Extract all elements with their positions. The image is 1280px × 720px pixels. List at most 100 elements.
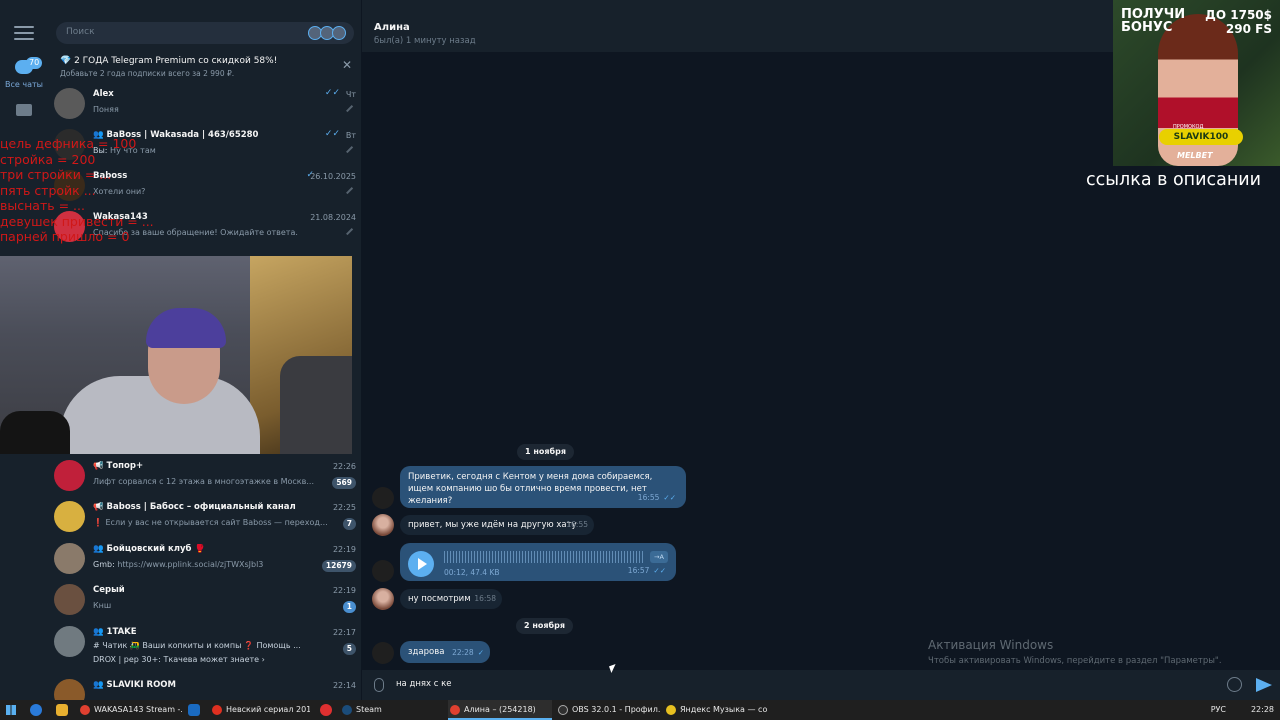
pin-icon xyxy=(346,105,356,115)
folder-icon[interactable] xyxy=(16,104,32,116)
promo-title: 💎 2 ГОДА Telegram Premium со скидкой 58%… xyxy=(60,56,278,66)
taskbar-app[interactable]: Steam xyxy=(340,700,440,720)
sender-label: # Чатик xyxy=(93,641,128,650)
avatar xyxy=(372,642,394,664)
chat-time: 21.08.2024 xyxy=(310,213,356,222)
list-item[interactable]: 👥 Бойцовский клуб 🥊 22:19 Gmb: https://w… xyxy=(48,539,361,580)
list-item[interactable]: Alex ✓✓ Чт Поняя xyxy=(48,84,361,125)
unread-badge: 12679 xyxy=(321,560,356,572)
chat-name: Alex xyxy=(93,89,114,99)
chat-preview: Поняя xyxy=(93,105,119,114)
taskbar-app-label: OBS 32.0.1 - Профил... xyxy=(572,705,660,714)
yandex-browser-icon[interactable] xyxy=(320,704,332,716)
message-input[interactable]: на днях с ке xyxy=(396,679,452,689)
message-text: ну посмотрим xyxy=(408,594,471,604)
sender-label: Gmb: xyxy=(93,560,115,569)
avatar xyxy=(54,584,85,615)
file-explorer-icon[interactable] xyxy=(56,704,68,716)
chat-preview: ❗ Если у вас не открывается сайт Baboss … xyxy=(93,518,328,527)
avatar xyxy=(54,543,85,574)
overlay-line: пять стройк ... xyxy=(0,182,96,198)
date-separator: 1 ноября xyxy=(517,444,574,460)
attach-icon[interactable] xyxy=(374,678,384,692)
ad-brand-logo: MELBET xyxy=(1177,151,1213,160)
telegram-window: 70 Все чаты Поиск 💎 2 ГОДА Telegram Prem… xyxy=(0,0,1280,700)
unread-badge: 1 xyxy=(342,601,356,613)
story-avatar[interactable] xyxy=(332,26,346,40)
edge-icon[interactable] xyxy=(30,704,42,716)
message-bubble[interactable]: здарова 22:28 ✓ xyxy=(400,641,490,663)
search-input[interactable]: Поиск xyxy=(56,22,354,44)
avatar xyxy=(54,460,85,491)
windows-start-icon[interactable] xyxy=(6,705,16,715)
taskbar-app-label: Steam xyxy=(356,705,382,714)
contact-status: был(а) 1 минуту назад xyxy=(374,36,476,46)
taskbar-app[interactable]: Яндекс Музыка — со... xyxy=(664,700,768,720)
taskbar-clock[interactable]: 22:28 xyxy=(1251,700,1274,720)
chat-preview: # Чатик 🛺 Ваши копкиты и компы ❓ Помощь … xyxy=(93,641,301,650)
yandex-icon xyxy=(212,705,222,715)
chat-time: 22:19 xyxy=(332,545,356,554)
taskbar-app[interactable]: WAKASA143 Stream -... xyxy=(78,700,182,720)
read-ticks-icon: ✓✓ xyxy=(324,88,340,98)
list-item[interactable]: 📢 Baboss | Бабосс – официальный канал 22… xyxy=(48,497,361,538)
date-separator: 2 ноября xyxy=(516,618,573,634)
webcam-person-cap xyxy=(146,308,226,348)
avatar xyxy=(372,560,394,582)
emoji-icon[interactable] xyxy=(1227,677,1242,692)
message-bubble[interactable]: ну посмотрим 16:58 xyxy=(400,589,502,609)
chat-preview: Кнш xyxy=(93,601,112,610)
voice-message[interactable]: →A 00:12, 47.4 KB 16:57 ✓✓ xyxy=(400,543,676,581)
windows-activation-watermark: Активация Windows Чтобы активировать Win… xyxy=(928,638,1222,666)
avatar xyxy=(372,487,394,509)
message-time-text: 16:57 xyxy=(627,566,650,575)
chat-time: 22:14 xyxy=(332,681,356,690)
chat-name: 👥 SLAVIKI ROOM xyxy=(93,680,176,690)
list-item[interactable]: 📢 Топор+ 22:26 Лифт сорвался с 12 этажа … xyxy=(48,456,361,497)
system-tray[interactable]: РУС xyxy=(1211,700,1226,720)
unread-badge: 7 xyxy=(342,518,356,530)
ad-caption: ссылка в описании xyxy=(1086,170,1262,190)
waveform[interactable] xyxy=(444,551,644,563)
chat-preview: Gmb: https://www.pplink.social/zjTWXsJbl… xyxy=(93,560,263,569)
stories-avatars[interactable] xyxy=(308,26,348,40)
message-time: 22:28 ✓ xyxy=(452,647,484,659)
transcribe-button[interactable]: →A xyxy=(650,551,668,563)
taskbar-app[interactable]: Невский сериал 201... xyxy=(210,700,310,720)
list-item[interactable]: 👥 1TAKE 22:17 # Чатик 🛺 Ваши копкиты и к… xyxy=(48,622,361,674)
webcam-chair xyxy=(280,356,352,454)
overlay-line: девушек привести = ... xyxy=(0,213,154,229)
message-bubble[interactable]: привет, мы уже идём на другую хату 16:55 xyxy=(400,515,594,535)
close-icon[interactable]: ✕ xyxy=(342,58,352,72)
chrome-icon xyxy=(450,705,460,715)
premium-promo-banner[interactable]: 💎 2 ГОДА Telegram Premium со скидкой 58%… xyxy=(48,52,361,82)
taskbar-app[interactable]: OBS 32.0.1 - Профил... xyxy=(556,700,660,720)
overlay-line: парней пришло = 0 xyxy=(0,229,130,244)
voice-meta: 00:12, 47.4 KB xyxy=(444,568,500,577)
preview-text: https://www.pplink.social/zjTWXsJbl3 xyxy=(117,560,264,569)
unread-badge: 70 xyxy=(26,57,43,69)
list-item[interactable]: Серый 22:19 Кнш 1 xyxy=(48,580,361,621)
list-item[interactable]: 👥 SLAVIKI ROOM 22:14 xyxy=(48,675,361,700)
taskbar-app-label: Невский сериал 201... xyxy=(226,705,310,714)
tray-language[interactable]: РУС xyxy=(1211,705,1226,714)
play-button[interactable] xyxy=(408,551,434,577)
chat-time: 22:17 xyxy=(332,628,356,637)
message-text: привет, мы уже идём на другую хату xyxy=(408,520,577,530)
watermark-body: Чтобы активировать Windows, перейдите в … xyxy=(928,656,1222,666)
chat-name: Серый xyxy=(93,585,125,595)
outlook-icon[interactable] xyxy=(188,704,200,716)
ad-banner[interactable]: ПОЛУЧИ БОНУС ДО 1750$ 290 FS ПРОМОКОД SLA… xyxy=(1113,0,1280,166)
yandex-music-icon xyxy=(666,705,676,715)
send-icon[interactable] xyxy=(1256,678,1272,692)
windows-taskbar: WAKASA143 Stream -... Невский сериал 201… xyxy=(0,700,1280,720)
menu-icon[interactable] xyxy=(14,26,34,40)
chat-preview: Лифт сорвался с 12 этажа в многоэтажке в… xyxy=(93,477,314,486)
folder-all-chats[interactable]: 70 Все чаты xyxy=(0,56,48,92)
message-bubble[interactable]: Приветик, сегодня с Кентом у меня дома с… xyxy=(400,466,686,508)
chat-name: 👥 Бойцовский клуб 🥊 xyxy=(93,544,206,554)
preview-text: 🛺 Ваши копкиты и компы ❓ Помощь ... xyxy=(129,641,301,650)
taskbar-app[interactable]: Алина – (254218) xyxy=(448,700,552,720)
chat-time: 26.10.2025 xyxy=(310,172,356,181)
contact-name: Алина xyxy=(374,22,410,33)
